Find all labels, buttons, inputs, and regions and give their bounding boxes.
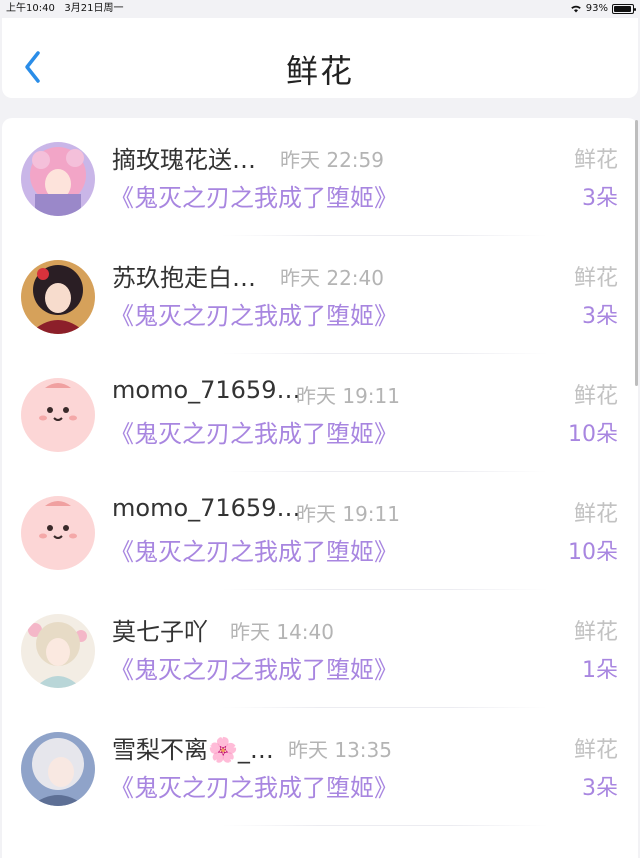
gift-type: 鲜花 (573, 502, 618, 527)
silver-hair-girl-avatar (21, 732, 95, 806)
gift-count: 3朵 (582, 186, 618, 211)
record-time: 昨天 13:35 (288, 738, 392, 762)
avatar[interactable] (21, 732, 95, 806)
user-name[interactable]: 莫七子吖 (112, 612, 208, 647)
wifi-icon (570, 5, 581, 13)
scrollbar[interactable] (635, 120, 638, 386)
book-title[interactable]: 《鬼灭之刃之我成了堕姬》 (110, 296, 398, 331)
user-name[interactable]: 摘玫瑰花送… (112, 140, 256, 175)
flower-girl-avatar (21, 614, 95, 688)
battery-icon (612, 3, 636, 14)
avatar[interactable] (21, 142, 95, 216)
gift-count: 10朵 (568, 540, 618, 565)
gift-count: 3朵 (582, 776, 618, 801)
book-title[interactable]: 《鬼灭之刃之我成了堕姬》 (110, 532, 398, 567)
battery-fill (614, 5, 631, 12)
gift-count: 1朵 (582, 658, 618, 683)
nav-bar: 鲜花 (2, 18, 638, 98)
record-time: 昨天 22:59 (280, 148, 384, 172)
pink-cartoon-avatar (21, 496, 95, 570)
status-time: 上午10:40 (6, 3, 55, 14)
record-time: 昨天 14:40 (230, 620, 334, 644)
user-name[interactable]: momo_71659… (112, 376, 300, 404)
user-name[interactable]: momo_71659… (112, 494, 300, 522)
list-item[interactable]: 苏玖抱走白… 昨天 22:40 《鬼灭之刃之我成了堕姬》 鲜花 3朵 (2, 236, 638, 354)
gift-type: 鲜花 (573, 620, 618, 645)
user-name[interactable]: 雪梨不离🌸_… (112, 730, 274, 765)
pink-hair-girl-avatar (21, 142, 95, 216)
gift-count: 10朵 (568, 422, 618, 447)
gift-count: 3朵 (582, 304, 618, 329)
record-time: 昨天 19:11 (296, 384, 400, 408)
status-indicators: 93% (570, 0, 636, 17)
record-time: 昨天 19:11 (296, 502, 400, 526)
list-item[interactable]: momo_71659… 昨天 19:11 《鬼灭之刃之我成了堕姬》 鲜花 10朵 (2, 472, 638, 590)
gift-type: 鲜花 (573, 738, 618, 763)
flower-record-list[interactable]: 摘玫瑰花送… 昨天 22:59 《鬼灭之刃之我成了堕姬》 鲜花 3朵 苏玖抱走白… (2, 118, 638, 858)
status-bar: 上午10:40 3月21日周一 93% (0, 0, 640, 17)
status-time-date: 上午10:40 3月21日周一 (6, 0, 123, 17)
pink-cartoon-avatar (21, 378, 95, 452)
avatar[interactable] (21, 496, 95, 570)
row-divider (222, 825, 548, 826)
list-item[interactable]: 莫七子吖 昨天 14:40 《鬼灭之刃之我成了堕姬》 鲜花 1朵 (2, 590, 638, 708)
status-date: 3月21日周一 (64, 3, 124, 14)
book-title[interactable]: 《鬼灭之刃之我成了堕姬》 (110, 178, 398, 213)
book-title[interactable]: 《鬼灭之刃之我成了堕姬》 (110, 414, 398, 449)
list-item[interactable]: momo_71659… 昨天 19:11 《鬼灭之刃之我成了堕姬》 鲜花 10朵 (2, 354, 638, 472)
list-item[interactable]: 摘玫瑰花送… 昨天 22:59 《鬼灭之刃之我成了堕姬》 鲜花 3朵 (2, 118, 638, 236)
battery-percent: 93% (585, 3, 608, 14)
gift-type: 鲜花 (573, 384, 618, 409)
avatar[interactable] (21, 614, 95, 688)
gift-type: 鲜花 (573, 148, 618, 173)
avatar[interactable] (21, 378, 95, 452)
book-title[interactable]: 《鬼灭之刃之我成了堕姬》 (110, 650, 398, 685)
gift-type: 鲜花 (573, 266, 618, 291)
list-item[interactable]: 雪梨不离🌸_… 昨天 13:35 《鬼灭之刃之我成了堕姬》 鲜花 3朵 (2, 708, 638, 826)
user-name[interactable]: 苏玖抱走白… (112, 258, 256, 293)
red-kimono-girl-avatar (21, 260, 95, 334)
book-title[interactable]: 《鬼灭之刃之我成了堕姬》 (110, 768, 398, 803)
page-title: 鲜花 (285, 52, 354, 90)
record-time: 昨天 22:40 (280, 266, 384, 290)
avatar[interactable] (21, 260, 95, 334)
